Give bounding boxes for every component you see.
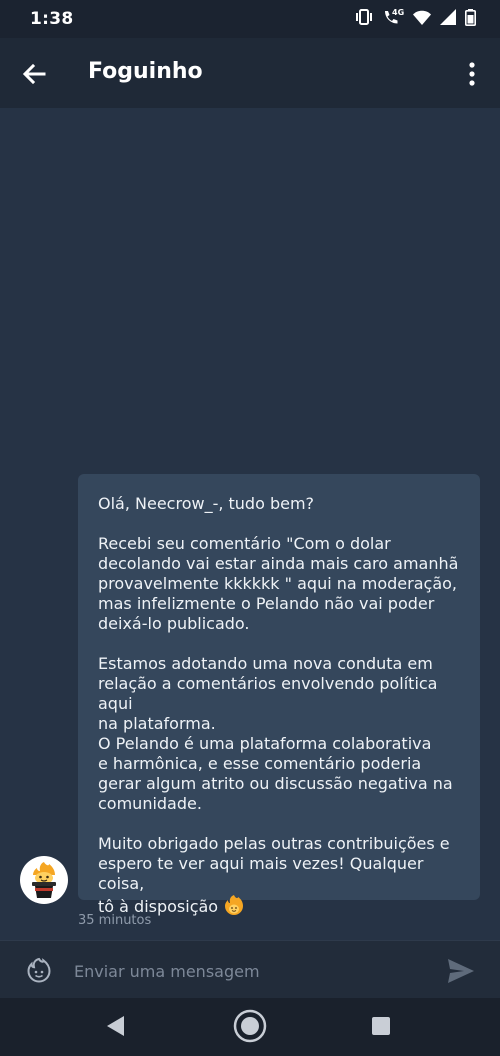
network-label: 4G xyxy=(392,8,405,17)
status-time: 1:38 xyxy=(30,9,74,29)
message-paragraph: Olá, Neecrow_-, tudo bem? xyxy=(98,494,315,513)
nav-back-icon xyxy=(107,1016,124,1036)
send-button[interactable] xyxy=(446,957,476,985)
more-vertical-icon xyxy=(469,62,475,86)
nav-back-button[interactable] xyxy=(104,1014,126,1042)
app-bar: Foguinho xyxy=(0,38,500,108)
vibrate-icon xyxy=(355,9,373,25)
wifi-icon xyxy=(413,10,431,25)
message-paragraph: Recebi seu comentário "Com o dolar decol… xyxy=(98,534,459,633)
fire-emoji-icon xyxy=(224,894,244,921)
message-input[interactable] xyxy=(72,953,426,989)
status-icons: 4G xyxy=(355,8,476,26)
arrow-left-icon xyxy=(22,63,46,85)
message-timestamp: 35 minutos xyxy=(78,913,152,928)
message-paragraph: Estamos adotando uma nova conduta em rel… xyxy=(98,654,453,813)
nav-home-icon xyxy=(233,1009,267,1043)
message-composer xyxy=(0,940,500,999)
system-nav-bar xyxy=(0,998,500,1056)
sticker-button[interactable] xyxy=(26,957,52,983)
send-icon xyxy=(448,959,474,983)
nav-recents-icon[interactable] xyxy=(372,1017,390,1035)
chat-title: Foguinho xyxy=(88,59,203,84)
status-bar: 1:38 4G xyxy=(0,0,500,38)
overflow-menu-button[interactable] xyxy=(462,60,482,88)
message-paragraph-text: Muito obrigado pelas outras contribuiçõe… xyxy=(98,834,450,916)
back-button[interactable] xyxy=(18,58,50,90)
foguinho-mascot-avatar[interactable] xyxy=(20,856,68,904)
nav-home-button[interactable] xyxy=(232,1008,268,1048)
message-paragraph-last: Muito obrigado pelas outras contribuiçõe… xyxy=(98,834,464,921)
battery-icon xyxy=(465,8,476,26)
cell-signal-icon xyxy=(440,9,456,25)
phone-4g-icon: 4G xyxy=(382,8,404,26)
message-bubble[interactable]: Olá, Neecrow_-, tudo bem? Recebi seu com… xyxy=(78,474,480,916)
chat-area[interactable]: Olá, Neecrow_-, tudo bem? Recebi seu com… xyxy=(0,108,500,940)
sticker-icon xyxy=(27,957,51,983)
